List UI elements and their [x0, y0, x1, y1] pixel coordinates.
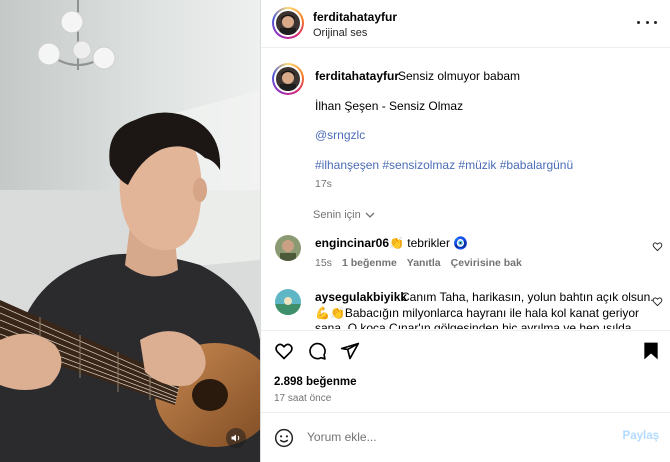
caption-avatar[interactable]	[272, 63, 304, 95]
caption-username[interactable]: ferditahatayfur	[315, 69, 399, 83]
post-actions: 2.898 beğenme 17 saat önce	[261, 330, 670, 410]
reply-button[interactable]: Yanıtla	[407, 257, 441, 269]
comment-likes[interactable]: 1 beğenme	[342, 257, 397, 269]
comment-text-line2: 💪👏Babacığın milyonlarca hayranı ile hala…	[315, 306, 640, 320]
header-username[interactable]: ferditahatayfur	[313, 10, 397, 24]
post-header: ferditahatayfur Orijinal ses	[261, 0, 670, 48]
like-comment-heart-icon[interactable]	[652, 296, 663, 307]
comment-icon[interactable]	[307, 341, 327, 361]
caption-song: İlhan Şeşen - Sensiz Olmaz	[315, 99, 464, 113]
emoji-icon[interactable]	[274, 428, 294, 448]
avatar-image	[275, 289, 301, 315]
commenter-avatar[interactable]	[275, 289, 301, 315]
caption-text: Sensiz olmuyor babam	[398, 69, 521, 83]
comments-section[interactable]: ferditahatayfur Sensiz olmuyor babam İlh…	[261, 49, 670, 329]
comment-text-line3: sana. O koca Çınar'ın gölgesinden hiç ay…	[315, 321, 632, 329]
caption-mention[interactable]: @srngzlc	[315, 128, 365, 142]
video-frame	[0, 0, 260, 462]
post-time[interactable]: 17 saat önce	[274, 393, 331, 404]
translate-button[interactable]: Çevirisine bak	[451, 257, 522, 269]
post-panel: ferditahatayfur Orijinal ses ferditahata…	[260, 0, 670, 462]
comment-text-line1: Canım Taha, harikasın, yolun bahtın açık…	[401, 290, 654, 304]
like-heart-icon[interactable]	[274, 341, 294, 361]
caption-hashtags[interactable]: #ilhanşeşen #sensizolmaz #müzik #babalar…	[315, 158, 573, 172]
post-comment-button[interactable]: Paylaş	[623, 430, 659, 442]
comment-username[interactable]: engincinar06	[315, 236, 389, 250]
caption-time[interactable]: 17s	[315, 178, 332, 190]
mute-button[interactable]	[226, 428, 246, 448]
comment-filter-dropdown[interactable]: Senin için	[313, 209, 375, 221]
video-player[interactable]	[0, 0, 260, 462]
like-count[interactable]: 2.898 beğenme	[274, 376, 356, 388]
more-options-button[interactable]	[637, 14, 657, 30]
share-send-icon[interactable]	[340, 341, 360, 361]
chevron-down-icon	[365, 212, 375, 218]
filter-label: Senin için	[313, 209, 361, 221]
avatar-image	[276, 67, 300, 91]
header-avatar[interactable]	[272, 7, 304, 39]
comment-time[interactable]: 15s	[315, 257, 332, 269]
like-comment-heart-icon[interactable]	[652, 241, 663, 252]
more-icon	[637, 20, 640, 24]
comment-username[interactable]: aysegulakbiyikk	[315, 290, 407, 304]
avatar-image	[275, 235, 301, 261]
speaker-icon	[231, 434, 240, 442]
avatar-image	[276, 11, 300, 35]
audio-label[interactable]: Orijinal ses	[313, 27, 367, 39]
bookmark-saved-icon[interactable]	[642, 341, 660, 361]
comment-composer: Paylaş	[261, 412, 670, 462]
comment-text: 👏 tebrikler 🧿	[389, 236, 469, 250]
commenter-avatar[interactable]	[275, 235, 301, 261]
comment-meta: 15s 1 beğenme Yanıtla Çevirisine bak	[315, 257, 522, 269]
comment-input[interactable]	[307, 427, 607, 447]
